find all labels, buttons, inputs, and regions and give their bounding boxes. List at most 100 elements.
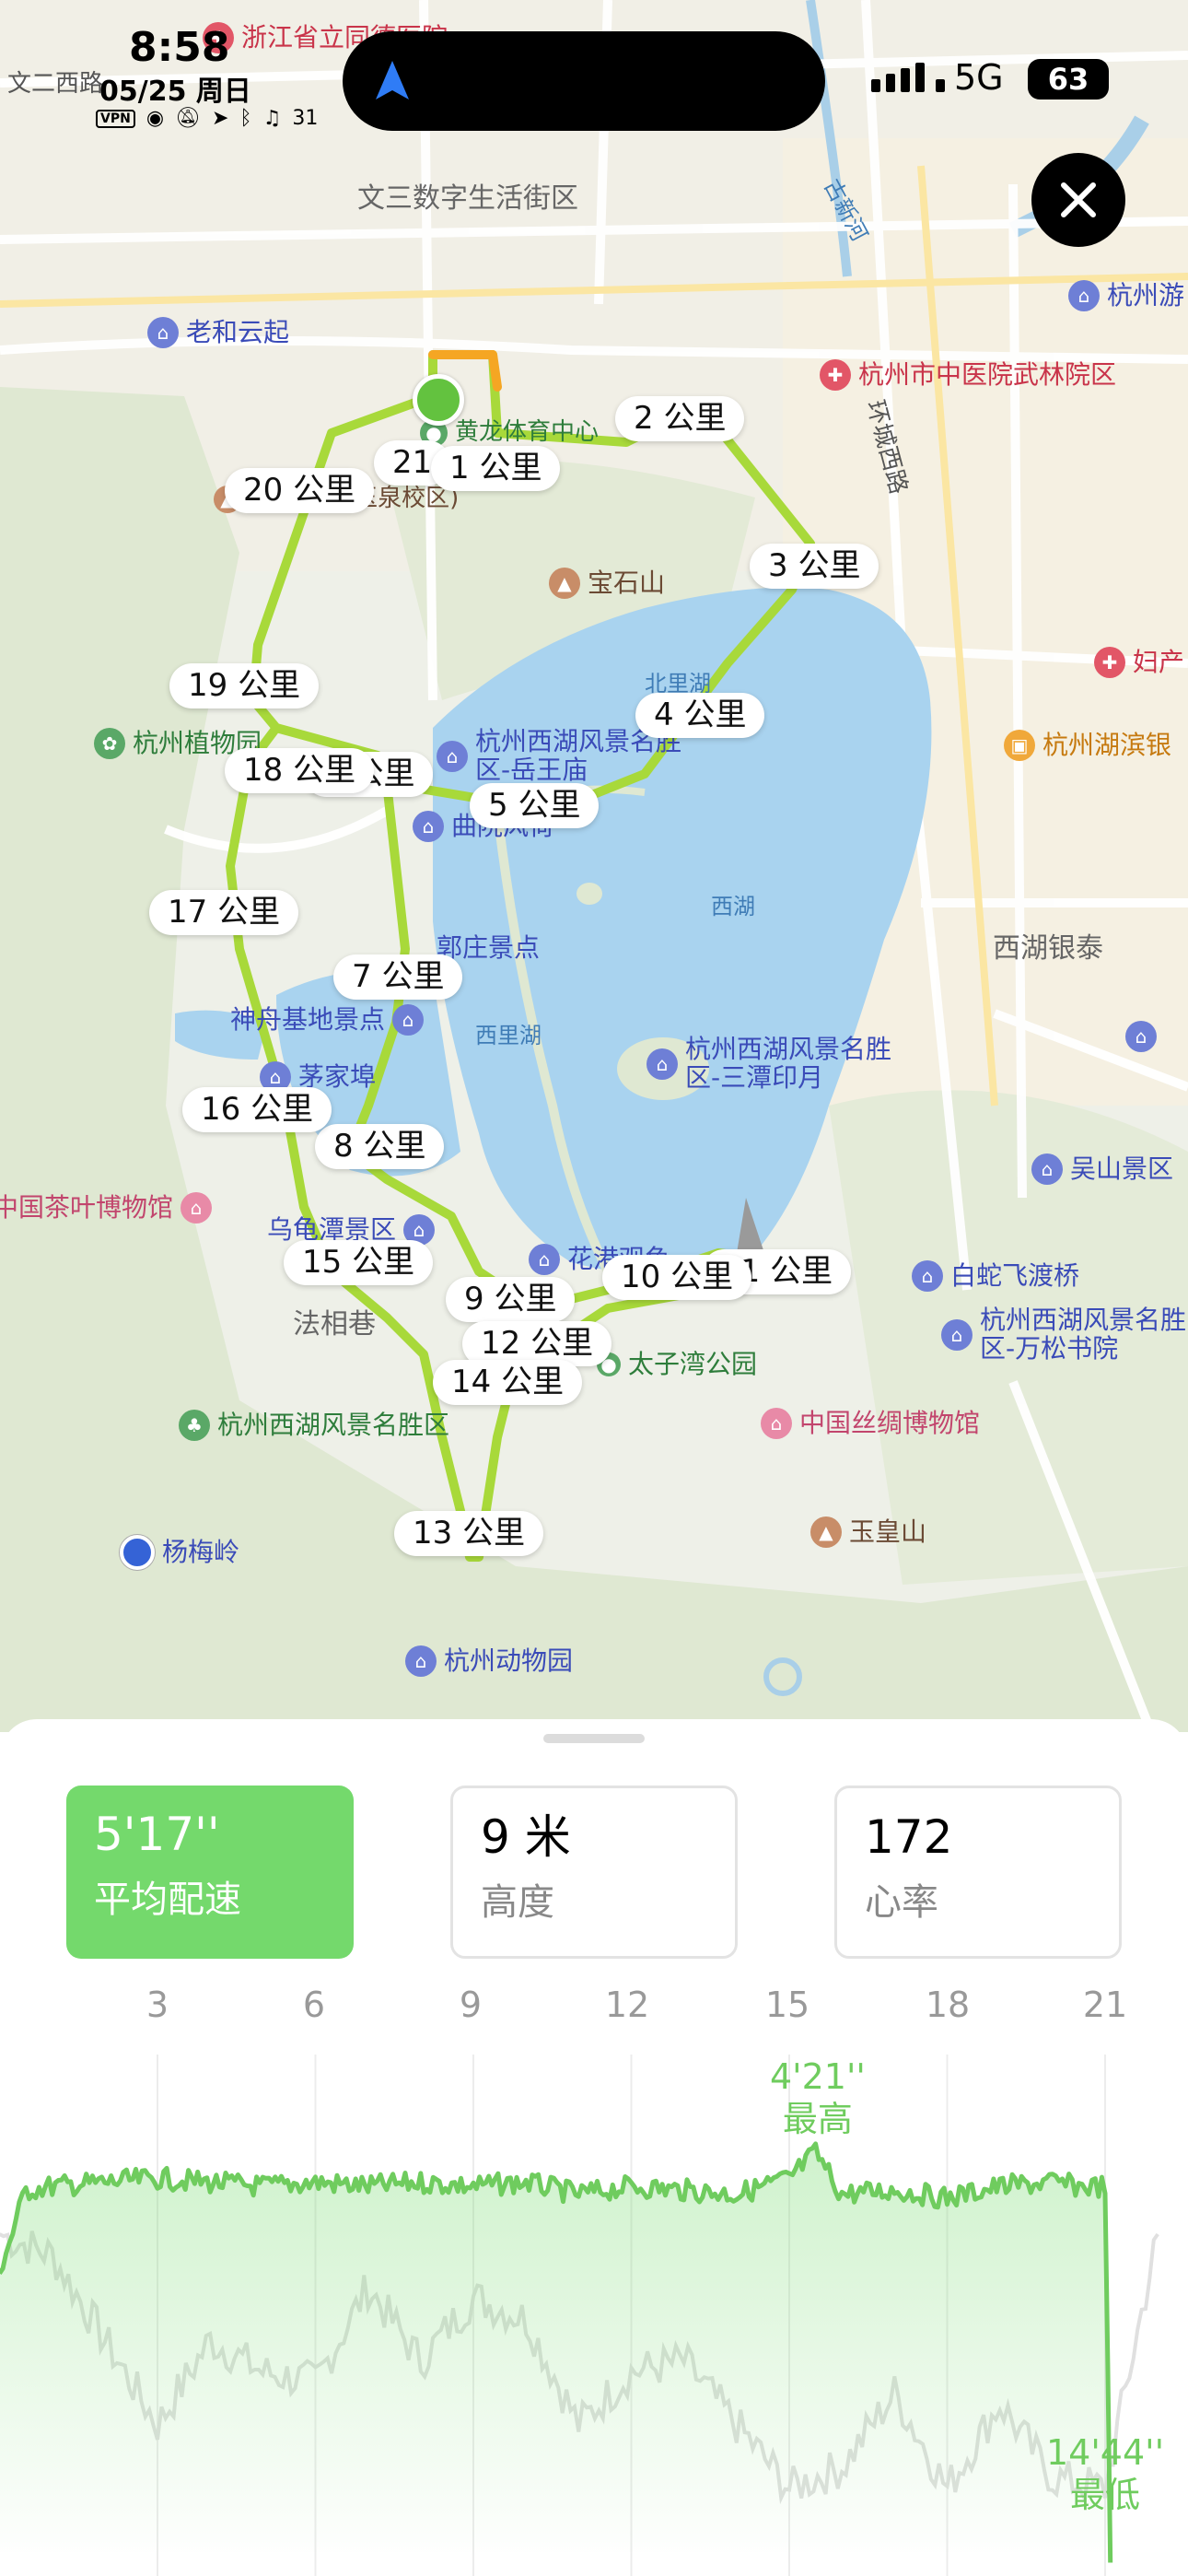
metric-heart-rate-label: 心率	[865, 1881, 938, 1924]
km-marker-4[interactable]: 4 公里	[635, 693, 765, 738]
dynamic-island[interactable]	[343, 31, 825, 131]
km-marker-13[interactable]: 13 公里	[394, 1511, 544, 1556]
focus-icon: ◉	[146, 107, 165, 130]
place-xili-lake: 西里湖	[475, 1023, 542, 1048]
place-maternity-hospital[interactable]: ✚ 妇产	[1094, 647, 1184, 678]
km-marker-7[interactable]: 7 公里	[333, 954, 463, 1000]
museum-icon: ⌂	[181, 1192, 213, 1224]
landmark-icon: ⌂	[1125, 1021, 1157, 1052]
place-santan-yinyue[interactable]: ⌂ 杭州西湖风景名胜区-三潭印月	[646, 1035, 897, 1093]
pace-chart[interactable]	[0, 2036, 1188, 2576]
place-wushan[interactable]: ⌂ 吴山景区	[1031, 1153, 1173, 1185]
annotation-slowest-value: 14'44''	[1046, 2432, 1165, 2473]
metric-elevation-label: 高度	[481, 1881, 554, 1924]
metric-elevation-card[interactable]: 9 米 高度	[450, 1786, 738, 1959]
place-laohe-yunqi[interactable]: ⌂ 老和云起	[147, 317, 289, 348]
building-icon: ⌂	[147, 317, 179, 348]
place-hangzhou-you[interactable]: ⌂ 杭州游	[1068, 280, 1184, 311]
sheet-handle[interactable]	[543, 1734, 645, 1743]
status-time: 8:58	[129, 24, 230, 71]
close-icon	[1061, 182, 1096, 217]
annotation-fastest: 4'21'' 最高	[770, 2056, 866, 2140]
status-date: 05/25 周日	[99, 76, 251, 108]
mountain-icon: ▲	[549, 568, 580, 599]
hospital-icon: ✚	[820, 359, 851, 391]
earbuds-icon: ♫	[262, 107, 282, 130]
x-tick-label: 6	[302, 1985, 326, 2025]
km-marker-20[interactable]: 20 公里	[225, 468, 375, 513]
place-yuhuang-mountain[interactable]: ▲ 玉皇山	[810, 1516, 926, 1548]
bluetooth-icon: ᛒ	[239, 107, 252, 130]
km-marker-19[interactable]: 19 公里	[169, 663, 320, 708]
mute-bell-icon: 🔕︎	[175, 107, 201, 130]
landmark-icon: ⌂	[1031, 1153, 1063, 1185]
km-marker-5[interactable]: 5 公里	[470, 783, 600, 828]
km-marker-9[interactable]: 9 公里	[446, 1277, 576, 1322]
landmark-icon: ⌂	[405, 1645, 437, 1677]
map-base	[0, 0, 1188, 1732]
place-silk-museum[interactable]: ⌂ 中国丝绸博物馆	[761, 1408, 980, 1439]
annotation-slowest-label: 最低	[1070, 2474, 1141, 2515]
landmark-icon: ⌂	[392, 1004, 425, 1036]
landmark-icon: ⌂	[912, 1260, 943, 1292]
km-marker-8[interactable]: 8 公里	[315, 1124, 445, 1169]
cellular-signal-icon	[871, 63, 945, 92]
km-marker-14[interactable]: 14 公里	[433, 1360, 583, 1405]
annotation-slowest: 14'44'' 最低	[1046, 2432, 1164, 2516]
place-xihu-yintai: 西湖银泰	[993, 932, 1103, 965]
shopping-icon: ▣	[1004, 730, 1035, 761]
metric-pace-card[interactable]: 5'17'' 平均配速	[66, 1786, 354, 1959]
chart-series	[0, 2141, 1159, 2563]
x-tick-label: 18	[925, 1985, 971, 2025]
status-icons: VPN ◉ 🔕︎ ➤ ᛒ ♫ 31	[96, 107, 318, 130]
battery-icon: 63	[1028, 59, 1109, 100]
km-marker-3[interactable]: 3 公里	[750, 544, 879, 589]
km-marker-18[interactable]: 18 公里	[225, 748, 375, 793]
location-dot-icon	[120, 1535, 155, 1570]
location-arrow-icon: ➤	[211, 107, 229, 130]
x-tick-label: 12	[604, 1985, 650, 2025]
annotation-fastest-value: 4'21''	[770, 2056, 866, 2097]
place-hangzhou-zoo[interactable]: ⌂ 杭州动物园	[405, 1645, 573, 1677]
mountain-icon: ▲	[810, 1516, 842, 1548]
place-shenzhou-base[interactable]: 神舟基地景点 ⌂	[230, 1004, 425, 1036]
km-marker-1[interactable]: 1 公里	[431, 446, 561, 491]
place-hubin-yintai[interactable]: ▣ 杭州湖滨银	[1004, 730, 1171, 761]
hospital-icon: ✚	[1094, 647, 1125, 678]
annotation-fastest-label: 最高	[782, 2098, 853, 2139]
place-tcm-hospital[interactable]: ✚ 杭州市中医院武林院区	[820, 359, 1116, 391]
route-start-marker[interactable]	[413, 374, 464, 426]
landmark-icon: ⌂	[941, 1318, 973, 1351]
close-button[interactable]	[1031, 153, 1125, 247]
landmark-icon: ⌂	[437, 740, 468, 772]
place-wansong-academy[interactable]: ⌂ 杭州西湖风景名胜区-万松书院	[941, 1306, 1188, 1364]
km-marker-15[interactable]: 15 公里	[284, 1240, 434, 1285]
route-map[interactable]: ✚ 浙江省立同德医院 文二西路 文三数字生活街区 古新河 ⌂ 杭州游 ⌂ 老和云起 ✚…	[0, 0, 1188, 1732]
km-marker-16[interactable]: 16 公里	[182, 1087, 332, 1132]
metric-pace-label: 平均配速	[94, 1879, 241, 1921]
park-icon: ♣	[179, 1410, 210, 1441]
x-tick-label: 9	[459, 1985, 483, 2025]
place-qing-partial[interactable]: ⌂	[1125, 1021, 1157, 1052]
place-taiziwan-park[interactable]: ● 太子湾公园	[597, 1349, 757, 1380]
x-tick-label: 15	[764, 1985, 810, 2025]
x-tick-label: 21	[1082, 1985, 1128, 2025]
km-marker-2[interactable]: 2 公里	[615, 396, 745, 441]
place-tea-museum[interactable]: 中国茶叶博物馆 ⌂	[0, 1192, 213, 1224]
place-baoshi-mountain[interactable]: ▲ 宝石山	[549, 568, 665, 599]
building-icon: ⌂	[1068, 280, 1100, 311]
metric-heart-rate-value: 172	[865, 1810, 953, 1864]
km-marker-17[interactable]: 17 公里	[149, 890, 299, 935]
metric-heart-rate-card[interactable]: 172 心率	[834, 1786, 1122, 1959]
km-marker-10[interactable]: 10 公里	[602, 1255, 752, 1300]
place-yangmeiling[interactable]: 杨梅岭	[120, 1535, 239, 1570]
pace-series-area	[0, 2143, 1111, 2563]
landmark-icon: ⌂	[529, 1244, 560, 1275]
navigation-arrow-icon	[376, 61, 409, 100]
landmark-icon: ⌂	[413, 811, 444, 842]
place-west-lake-scenic[interactable]: ♣ 杭州西湖风景名胜区	[179, 1410, 449, 1441]
museum-icon: ⌂	[761, 1408, 792, 1439]
place-baishe-bridge[interactable]: ⌂ 白蛇飞渡桥	[912, 1260, 1079, 1292]
place-wensan-district: 文三数字生活街区	[357, 182, 578, 215]
x-tick-label: 3	[146, 1985, 169, 2025]
